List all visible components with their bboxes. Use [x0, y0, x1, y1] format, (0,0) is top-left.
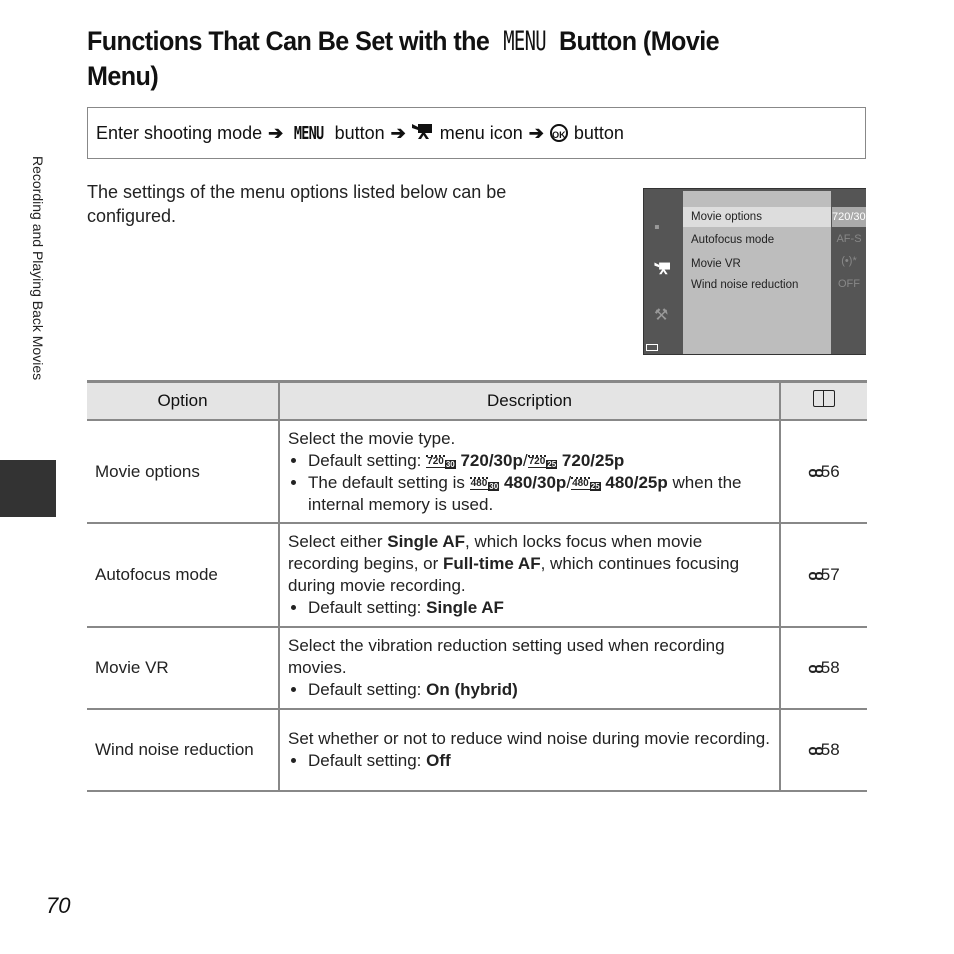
- table-row: Wind noise reduction Set whether or not …: [87, 709, 867, 792]
- resolution-720-icon: 720: [527, 454, 547, 468]
- desc-text: Select the vibration reduction setting u…: [288, 636, 725, 677]
- movie-camera-icon: [411, 122, 434, 145]
- screen-tab-column: ▪ ⚒: [644, 189, 682, 354]
- options-table: Option Description Movie options Select …: [87, 380, 867, 792]
- desc-text: Select either Single AF, which locks foc…: [288, 532, 740, 595]
- reference-section-icon: ᴑᴑ: [808, 567, 823, 584]
- reference-section-icon: ᴑᴑ: [808, 660, 823, 677]
- resolution-480-icon: 480: [469, 476, 489, 490]
- page-reference[interactable]: ᴑᴑ58: [779, 709, 867, 792]
- screen-value-wind: OFF: [838, 278, 860, 290]
- page-title: Functions That Can Be Set with the MENU …: [87, 24, 775, 93]
- header-description: Description: [278, 380, 780, 421]
- page-number: 70: [46, 893, 71, 918]
- table-header-row: Option Description: [87, 380, 867, 421]
- title-text: Functions That Can Be Set with the: [87, 26, 490, 56]
- option-description: Select the vibration reduction setting u…: [278, 627, 780, 710]
- screen-value-vr: (•)*: [841, 255, 857, 267]
- bullet: Default setting: Single AF: [308, 597, 771, 619]
- navigation-path-box: Enter shooting mode ➔ MENU button ➔ menu…: [87, 107, 866, 159]
- screen-value-autofocus: AF-S: [836, 233, 862, 245]
- table-row: Movie VR Select the vibration reduction …: [87, 627, 867, 710]
- menu-button-glyph: MENU: [502, 26, 546, 57]
- option-description: Select the movie type. Default setting: …: [278, 420, 780, 524]
- wrench-icon: ⚒: [654, 307, 669, 324]
- arrow-icon: ➔: [268, 122, 284, 143]
- nav-step-menu-icon: menu icon: [439, 122, 523, 143]
- option-name: Movie options: [87, 420, 279, 524]
- reference-section-icon: ᴑᴑ: [808, 742, 823, 759]
- fps-30-icon: 30: [488, 481, 500, 491]
- resolution-720-icon: 720: [426, 454, 445, 468]
- movie-tab-icon: [654, 261, 672, 280]
- screen-item-autofocus-mode: Autofocus mode: [691, 234, 775, 246]
- bullet: Default setting: Off: [308, 750, 771, 772]
- menu-button-glyph: MENU: [294, 122, 324, 144]
- arrow-icon: ➔: [390, 122, 406, 143]
- option-name: Autofocus mode: [87, 523, 279, 628]
- option-name: Movie VR: [87, 627, 279, 710]
- screen-item-wind-noise: Wind noise reduction: [691, 279, 799, 291]
- bullet: Default setting: On (hybrid): [308, 679, 771, 701]
- page-reference[interactable]: ᴑᴑ58: [779, 627, 867, 710]
- camera-screen-illustration: ▪ ⚒ Movie options Autofocus mode Movie V…: [643, 188, 872, 355]
- screen-item-movie-vr: Movie VR: [691, 258, 741, 270]
- reference-section-icon: ᴑᴑ: [808, 463, 823, 481]
- intro-text: The settings of the menu options listed …: [87, 182, 507, 226]
- screen-value-column: 720/30p AF-S (•)* OFF: [832, 189, 872, 354]
- nav-step-shooting-mode: Enter shooting mode: [96, 122, 263, 143]
- desc-text: Select the movie type.: [288, 428, 456, 448]
- resolution-480-icon: 480: [571, 476, 590, 490]
- header-reference: [779, 380, 867, 421]
- page-reference[interactable]: ᴑᴑ57: [779, 523, 867, 628]
- ok-button-icon: OK: [549, 124, 568, 142]
- option-description: Select either Single AF, which locks foc…: [278, 523, 780, 628]
- option-name: Wind noise reduction: [87, 709, 279, 792]
- battery-icon: [646, 344, 658, 351]
- screen-item-movie-options: Movie options: [683, 207, 831, 227]
- fps-30-icon: 30: [444, 459, 456, 469]
- option-description: Set whether or not to reduce wind noise …: [278, 709, 780, 792]
- side-tab-label: Recording and Playing Back Movies: [30, 156, 46, 381]
- arrow-icon: ➔: [528, 122, 544, 143]
- bullet: The default setting is 48030 480/30p/480…: [308, 472, 771, 516]
- bullet: Default setting: 72030 720/30p/72025 720…: [308, 450, 771, 472]
- table-row: Autofocus mode Select either Single AF, …: [87, 523, 867, 628]
- fps-25-icon: 25: [546, 459, 558, 469]
- nav-step-ok-button: button: [573, 122, 624, 143]
- header-option: Option: [87, 380, 279, 421]
- table-row: Movie options Select the movie type. Def…: [87, 420, 867, 524]
- book-icon: [813, 390, 835, 407]
- camera-icon: ▪: [654, 219, 660, 236]
- nav-step-button: button: [334, 122, 385, 143]
- desc-text: Set whether or not to reduce wind noise …: [288, 729, 770, 748]
- screen-value-movie-options: 720/30p: [832, 207, 872, 227]
- fps-25-icon: 25: [589, 481, 601, 491]
- side-tab-marker: [0, 460, 56, 517]
- page-reference[interactable]: ᴑᴑ56: [779, 420, 867, 524]
- screen-menu-panel: Movie options Autofocus mode Movie VR Wi…: [683, 191, 831, 354]
